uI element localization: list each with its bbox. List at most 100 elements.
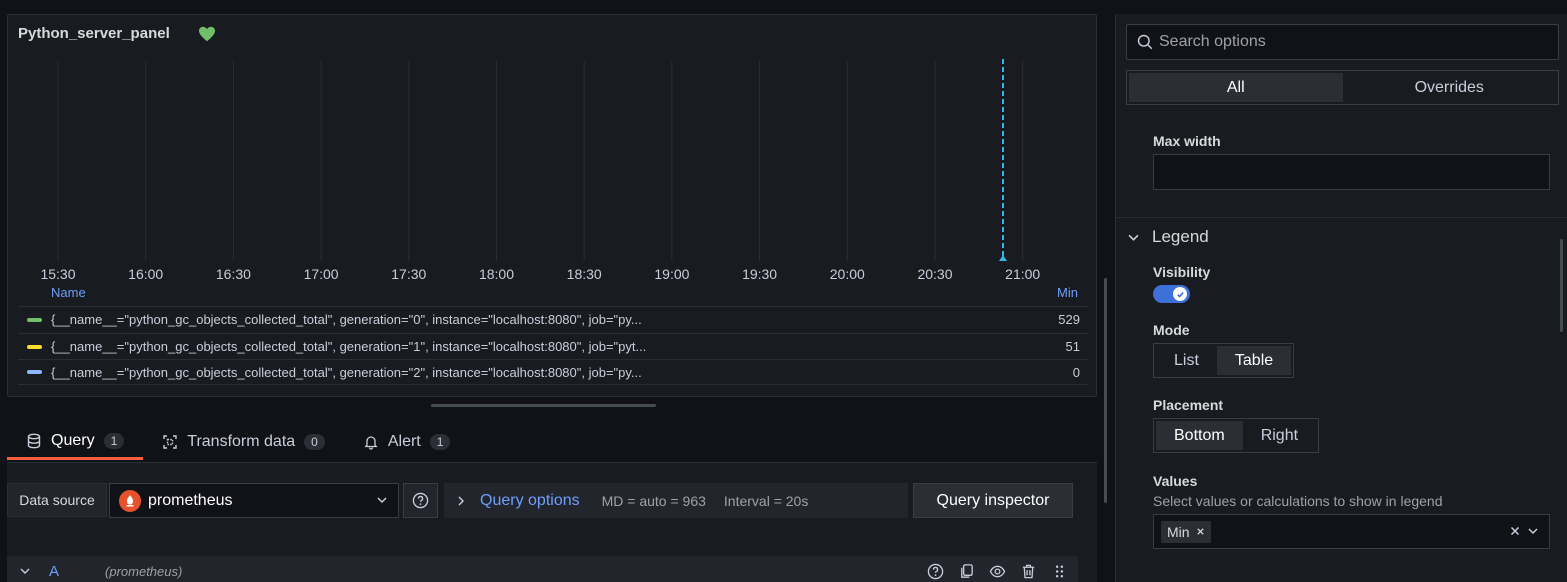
x-tick-label: 19:00 (654, 266, 689, 282)
tab-query[interactable]: Query 1 (7, 424, 144, 460)
database-icon (27, 433, 41, 448)
select-actions (1509, 525, 1539, 537)
legend-series-min: 51 (1065, 339, 1080, 354)
series-color-swatch[interactable] (27, 344, 42, 349)
search-options-input[interactable] (1159, 33, 1539, 51)
x-tick-label: 21:00 (1005, 266, 1040, 282)
mode-list-option[interactable]: List (1156, 346, 1217, 375)
data-source-label: Data source (7, 483, 107, 517)
vertical-resize-handle[interactable] (1104, 278, 1107, 503)
legend-header-name[interactable]: Name (51, 285, 86, 300)
max-data-points: MD = auto = 963 (601, 492, 706, 509)
eye-icon[interactable] (989, 563, 1006, 580)
query-ref-id[interactable]: A (49, 563, 59, 580)
check-icon (1176, 291, 1184, 298)
tab-alert-label: Alert (387, 433, 421, 450)
visibility-label: Visibility (1153, 264, 1211, 280)
trash-icon[interactable] (1020, 563, 1037, 580)
tab-query-label: Query (51, 431, 95, 449)
x-tick-label: 18:00 (479, 266, 514, 282)
interval: Interval = 20s (723, 492, 809, 509)
chevron-down-icon[interactable] (20, 566, 30, 576)
legend-series-min: 529 (1058, 312, 1080, 327)
legend-values-select[interactable]: Min (1153, 514, 1550, 549)
data-source-value: prometheus (148, 491, 233, 509)
mode-label: Mode (1153, 322, 1190, 338)
panel-title[interactable]: Python_server_panel (18, 25, 170, 42)
heart-icon (199, 26, 215, 42)
query-row-actions (927, 563, 1068, 580)
data-source-select[interactable]: prometheus (109, 483, 399, 518)
x-tick-label: 17:00 (304, 266, 339, 282)
legend-series-name: {__name__="python_gc_objects_collected_t… (51, 312, 642, 327)
mode-radio-group: List Table (1153, 343, 1295, 378)
time-marker-handle[interactable] (999, 255, 1007, 261)
tab-transform-count: 0 (304, 434, 325, 450)
legend-series-name: {__name__="python_gc_objects_collected_t… (51, 339, 647, 354)
data-source-help-button[interactable] (403, 483, 438, 518)
section-divider (1116, 217, 1567, 218)
chevron-down-icon[interactable] (1527, 525, 1539, 537)
clear-icon[interactable] (1509, 525, 1521, 537)
question-circle-icon (412, 492, 429, 509)
drag-handle-icon[interactable] (1051, 563, 1068, 580)
x-tick-label: 18:30 (567, 266, 602, 282)
panel-preview: Python_server_panel 15:30 16:00 16:30 17:00… (7, 14, 1097, 397)
transform-icon (163, 435, 177, 449)
tab-transform-label: Transform data (187, 433, 296, 450)
editor-tabs: Query 1 Transform data 0 Alert 1 (7, 424, 469, 462)
values-label: Values (1153, 473, 1198, 489)
placement-bottom-option[interactable]: Bottom (1156, 421, 1243, 450)
legend-series-name: {__name__="python_gc_objects_collected_t… (51, 364, 642, 380)
x-tick-label: 20:30 (917, 266, 952, 282)
query-editor: Data source prometheus Query options MD … (7, 462, 1097, 582)
x-tick-label: 17:30 (391, 266, 426, 282)
legend-header-min[interactable]: Min (1057, 285, 1078, 300)
mode-table-option[interactable]: Table (1216, 346, 1292, 375)
chevron-down-icon (377, 497, 387, 504)
tab-query-count: 1 (103, 432, 125, 449)
query-options-toggle[interactable]: Query options MD = auto = 963 Interval =… (444, 483, 908, 518)
search-icon (1137, 34, 1153, 50)
legend-row[interactable]: {__name__="python_gc_objects_collected_t… (18, 333, 1088, 359)
query-row-header[interactable]: A (prometheus) (7, 556, 1078, 582)
max-width-label: Max width (1153, 133, 1221, 149)
query-options-label: Query options (480, 491, 580, 509)
segment-overrides[interactable]: Overrides (1343, 73, 1557, 102)
copy-icon[interactable] (958, 563, 975, 580)
placement-right-option[interactable]: Right (1243, 421, 1316, 450)
legend-section-title: Legend (1152, 227, 1209, 246)
max-width-input[interactable] (1153, 154, 1550, 190)
values-description: Select values or calculations to show in… (1153, 493, 1443, 509)
remove-chip-icon[interactable] (1196, 527, 1205, 536)
value-chip-min: Min (1161, 520, 1211, 543)
chevron-down-icon (1128, 234, 1139, 241)
query-inspector-button[interactable]: Query inspector (913, 483, 1073, 518)
options-scrollbar[interactable] (1560, 239, 1563, 332)
options-pane: All Overrides Max width Legend Visibilit… (1115, 14, 1567, 582)
question-circle-icon[interactable] (927, 563, 944, 580)
chip-label: Min (1167, 523, 1190, 540)
time-series-chart[interactable]: 15:30 16:00 16:30 17:00 17:30 18:00 18:30 19:00… (18, 55, 1088, 285)
legend-visibility-switch[interactable] (1153, 285, 1190, 303)
search-options-box[interactable] (1126, 24, 1559, 60)
tab-alert[interactable]: Alert 1 (344, 424, 470, 460)
query-data-source: (prometheus) (105, 563, 183, 579)
legend-row[interactable]: {__name__="python_gc_objects_collected_t… (18, 359, 1088, 385)
x-tick-label: 20:00 (830, 266, 865, 282)
legend-row[interactable]: {__name__="python_gc_objects_collected_t… (18, 306, 1088, 332)
legend-section-toggle[interactable]: Legend (1128, 227, 1209, 247)
segment-all[interactable]: All (1129, 73, 1343, 102)
dashboard-panel-editor: Python_server_panel 15:30 16:00 16:30 17:00… (0, 0, 1567, 582)
options-filter-segment: All Overrides (1126, 70, 1559, 105)
horizontal-resize-handle[interactable] (431, 404, 656, 407)
x-tick-label: 15:30 (40, 266, 75, 282)
x-tick-label: 16:00 (128, 266, 163, 282)
prometheus-logo-icon (119, 489, 141, 512)
series-color-swatch[interactable] (27, 317, 42, 322)
switch-knob (1173, 287, 1187, 301)
x-tick-label: 19:30 (742, 266, 777, 282)
tab-transform-data[interactable]: Transform data 0 (143, 424, 344, 460)
legend-series-min: 0 (1072, 364, 1080, 380)
series-color-swatch[interactable] (27, 370, 42, 374)
